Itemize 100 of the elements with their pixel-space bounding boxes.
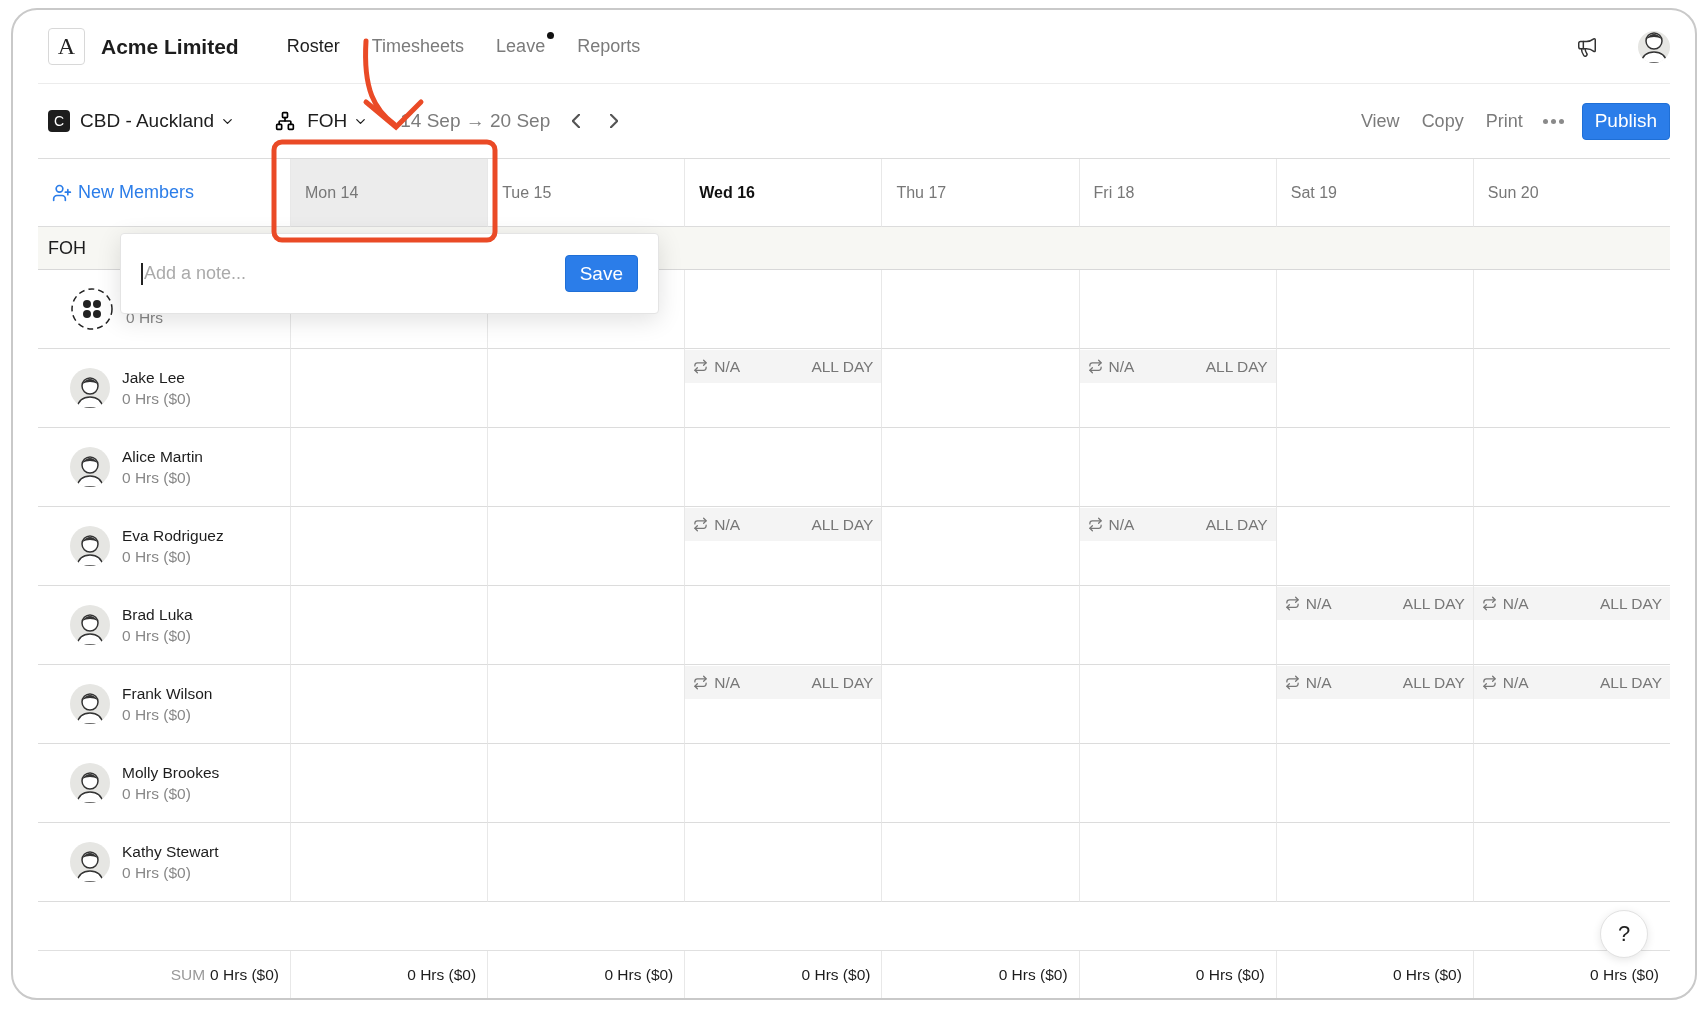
roster-cell[interactable] xyxy=(881,586,1079,665)
shift-block[interactable]: N/A ALL DAY xyxy=(1276,666,1473,699)
roster-cell[interactable] xyxy=(1275,270,1473,349)
next-week-button[interactable] xyxy=(608,112,621,130)
roster-cell[interactable]: N/A ALL DAY xyxy=(684,507,882,586)
roster-cell[interactable] xyxy=(1078,428,1276,507)
day-header[interactable]: Mon 14 xyxy=(290,159,488,227)
nav-tab[interactable]: Roster xyxy=(286,36,340,57)
shift-block[interactable]: N/A ALL DAY xyxy=(1473,666,1670,699)
roster-cell[interactable] xyxy=(1078,270,1276,349)
new-members-link[interactable]: New Members xyxy=(52,182,195,203)
roster-cell[interactable] xyxy=(290,665,488,744)
roster-cell[interactable] xyxy=(290,586,488,665)
roster-cell[interactable]: N/A ALL DAY xyxy=(1275,665,1473,744)
roster-cell[interactable]: N/A ALL DAY xyxy=(1275,586,1473,665)
day-header[interactable]: Fri 18 xyxy=(1078,159,1276,227)
shift-block[interactable]: N/A ALL DAY xyxy=(685,508,882,541)
roster-cell[interactable] xyxy=(881,507,1079,586)
roster-cell[interactable] xyxy=(1275,428,1473,507)
member-hours: 0 Hrs ($0) xyxy=(122,547,192,566)
roster-cell[interactable]: N/A ALL DAY xyxy=(1078,349,1276,428)
day-header[interactable]: Wed 16 xyxy=(684,159,882,227)
roster-cell[interactable] xyxy=(684,428,882,507)
roster-cell[interactable] xyxy=(1472,270,1670,349)
roster-cell[interactable] xyxy=(881,270,1079,349)
member-name: Kathy Stewart xyxy=(122,842,219,861)
roster-cell[interactable] xyxy=(487,665,685,744)
toolbar-action[interactable]: View xyxy=(1360,110,1400,132)
day-header[interactable]: Sat 19 xyxy=(1275,159,1473,227)
roster-cell[interactable] xyxy=(684,586,882,665)
nav-tab[interactable]: Leave xyxy=(496,36,546,57)
roster-cell[interactable] xyxy=(487,428,685,507)
member-name: Eva Rodriguez xyxy=(122,526,224,545)
roster-cell[interactable] xyxy=(487,586,685,665)
shift-block[interactable]: N/A ALL DAY xyxy=(1079,508,1276,541)
roster-cell[interactable] xyxy=(881,744,1079,823)
roster-cell[interactable] xyxy=(881,665,1079,744)
megaphone-icon[interactable] xyxy=(1576,35,1598,58)
roster-cell[interactable] xyxy=(1078,744,1276,823)
roster-cell[interactable] xyxy=(1275,507,1473,586)
day-header[interactable]: Thu 17 xyxy=(881,159,1079,227)
roster-cell[interactable] xyxy=(290,507,488,586)
avatar-icon xyxy=(75,690,105,724)
repeat-icon xyxy=(1284,596,1300,611)
roster-cell[interactable]: N/A ALL DAY xyxy=(1078,507,1276,586)
roster-cell[interactable] xyxy=(684,744,882,823)
company-name: Acme Limited xyxy=(101,34,239,59)
roster-cell[interactable] xyxy=(1472,428,1670,507)
shift-block[interactable]: N/A ALL DAY xyxy=(1079,350,1276,383)
roster-cell[interactable] xyxy=(487,744,685,823)
roster-cell[interactable] xyxy=(1472,349,1670,428)
save-button[interactable]: Save xyxy=(564,255,638,292)
shift-block[interactable]: N/A ALL DAY xyxy=(1276,587,1473,620)
roster-cell[interactable] xyxy=(1078,586,1276,665)
roster-cell[interactable] xyxy=(1078,665,1276,744)
roster-cell[interactable] xyxy=(290,744,488,823)
shift-block[interactable]: N/A ALL DAY xyxy=(685,666,882,699)
user-avatar[interactable] xyxy=(1638,30,1670,63)
toolbar-action[interactable]: Copy xyxy=(1421,110,1464,132)
team-dropdown[interactable]: FOH xyxy=(307,110,369,132)
toolbar-action[interactable]: Print xyxy=(1485,110,1523,132)
roster-cell[interactable]: N/A ALL DAY xyxy=(1472,586,1670,665)
day-total: 0 Hrs ($0) xyxy=(604,965,674,984)
nav-tab[interactable]: Timesheets xyxy=(371,36,465,57)
roster-cell[interactable] xyxy=(881,823,1079,902)
day-total: 0 Hrs ($0) xyxy=(407,965,477,984)
roster-cell[interactable] xyxy=(487,349,685,428)
location-dropdown[interactable]: CBD - Auckland xyxy=(80,110,236,132)
shift-block[interactable]: N/A ALL DAY xyxy=(1473,587,1670,620)
roster-cell[interactable] xyxy=(1472,823,1670,902)
nav-tab[interactable]: Reports xyxy=(577,36,641,57)
roster-cell[interactable] xyxy=(1078,823,1276,902)
help-button[interactable]: ? xyxy=(1600,910,1648,958)
member-name: Brad Luka xyxy=(122,605,193,624)
location-badge: C xyxy=(48,110,70,132)
roster-cell[interactable]: N/A ALL DAY xyxy=(1472,665,1670,744)
roster-cell[interactable]: N/A ALL DAY xyxy=(684,665,882,744)
roster-cell[interactable] xyxy=(881,428,1079,507)
roster-cell[interactable] xyxy=(1275,744,1473,823)
shift-block[interactable]: N/A ALL DAY xyxy=(685,350,882,383)
day-header[interactable]: Sun 20 xyxy=(1472,159,1670,227)
roster-cell[interactable] xyxy=(487,507,685,586)
avatar-icon xyxy=(75,611,105,645)
roster-cell[interactable] xyxy=(684,823,882,902)
previous-week-button[interactable] xyxy=(570,112,583,130)
roster-cell[interactable] xyxy=(487,823,685,902)
roster-cell[interactable]: N/A ALL DAY xyxy=(684,349,882,428)
roster-cell[interactable] xyxy=(1472,507,1670,586)
roster-cell[interactable] xyxy=(290,349,488,428)
roster-cell[interactable] xyxy=(1275,349,1473,428)
roster-cell[interactable] xyxy=(684,270,882,349)
day-header[interactable]: Tue 15 xyxy=(487,159,685,227)
shift-label: N/A xyxy=(1305,673,1332,692)
roster-cell[interactable] xyxy=(1472,744,1670,823)
publish-button[interactable]: Publish xyxy=(1581,102,1670,140)
more-icon[interactable] xyxy=(1542,118,1564,124)
roster-cell[interactable] xyxy=(881,349,1079,428)
roster-cell[interactable] xyxy=(290,823,488,902)
roster-cell[interactable] xyxy=(290,428,488,507)
roster-cell[interactable] xyxy=(1275,823,1473,902)
